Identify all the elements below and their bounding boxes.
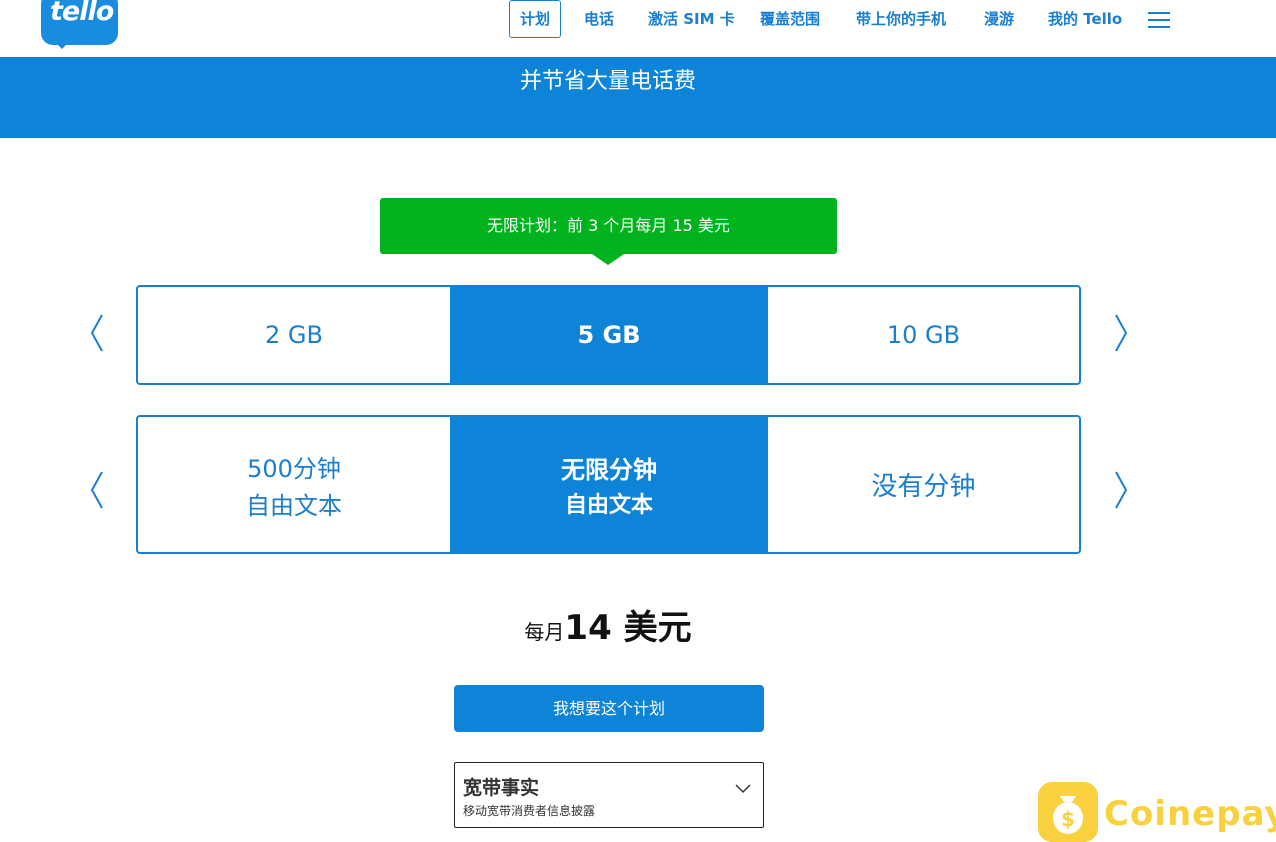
minutes-option-none[interactable]: 没有分钟 bbox=[768, 417, 1079, 552]
price-amount: 14 美元 bbox=[564, 608, 692, 648]
chevron-left-icon[interactable] bbox=[82, 469, 112, 511]
data-option-10gb[interactable]: 10 GB bbox=[768, 287, 1079, 383]
hero-banner: 并节省大量电话费 bbox=[0, 57, 1276, 138]
nav-bring-your-phone[interactable]: 带上你的手机 bbox=[856, 0, 946, 38]
chevron-right-icon[interactable] bbox=[1106, 312, 1136, 354]
choose-plan-button[interactable]: 我想要这个计划 bbox=[454, 685, 764, 732]
logo-text: tello bbox=[50, 0, 114, 27]
option-line1: 500分钟 bbox=[247, 454, 341, 483]
nav-activate-sim[interactable]: 激活 SIM 卡 bbox=[648, 0, 735, 38]
money-bag-icon: $ bbox=[1038, 782, 1098, 842]
logo-tail bbox=[55, 42, 69, 49]
option-line2: 自由文本 bbox=[246, 491, 342, 520]
minutes-option-unlimited[interactable]: 无限分钟 自由文本 bbox=[450, 417, 768, 552]
option-line2: 自由文本 bbox=[564, 493, 653, 518]
site-header: tello 计划 电话 激活 SIM 卡 覆盖范围 带上你的手机 漫游 我的 T… bbox=[0, 0, 1276, 57]
hamburger-icon[interactable] bbox=[1148, 12, 1170, 28]
promo-pointer bbox=[592, 254, 624, 265]
svg-text:$: $ bbox=[1061, 807, 1075, 831]
broadband-facts-dropdown[interactable]: 宽带事实 移动宽带消费者信息披露 bbox=[454, 762, 764, 828]
nav-coverage[interactable]: 覆盖范围 bbox=[760, 0, 820, 38]
option-line1: 没有分钟 bbox=[871, 472, 976, 502]
nav-plans[interactable]: 计划 bbox=[509, 0, 562, 38]
data-option-5gb[interactable]: 5 GB bbox=[450, 287, 768, 383]
price-period: 每月 bbox=[524, 620, 565, 644]
nav-roaming[interactable]: 漫游 bbox=[984, 0, 1014, 38]
hero-subtitle: 并节省大量电话费 bbox=[519, 69, 696, 94]
option-line1: 无限分钟 bbox=[561, 456, 657, 484]
chevron-down-icon bbox=[735, 779, 751, 798]
watermark-text: Coinepay bbox=[1104, 794, 1276, 834]
chevron-right-icon[interactable] bbox=[1106, 469, 1136, 511]
nav-my-tello[interactable]: 我的 Tello bbox=[1048, 0, 1122, 38]
tello-logo[interactable]: tello bbox=[41, 0, 118, 49]
nav-phones[interactable]: 电话 bbox=[584, 0, 614, 38]
data-selector: 2 GB 5 GB 10 GB bbox=[136, 285, 1081, 385]
broadband-facts-title: 宽带事实 bbox=[463, 777, 540, 799]
minutes-option-500[interactable]: 500分钟 自由文本 bbox=[138, 417, 450, 552]
chevron-left-icon[interactable] bbox=[82, 312, 112, 354]
broadband-facts-subtitle: 移动宽带消费者信息披露 bbox=[463, 804, 596, 818]
data-option-2gb[interactable]: 2 GB bbox=[138, 287, 450, 383]
minutes-selector: 500分钟 自由文本 无限分钟 自由文本 没有分钟 bbox=[136, 415, 1081, 554]
promo-banner: 无限计划：前 3 个月每月 15 美元 bbox=[380, 198, 837, 254]
plan-price: 每月14 美元 bbox=[0, 600, 1216, 649]
